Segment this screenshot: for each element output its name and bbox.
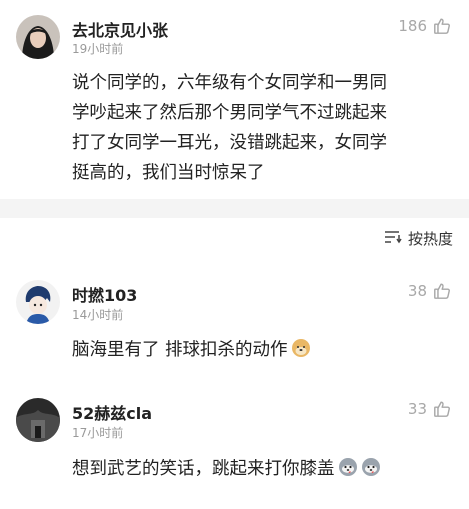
comment-text: 想到武艺的笑话，跳起来打你膝盖: [72, 454, 381, 487]
comment-author[interactable]: 52赫兹cla: [72, 400, 152, 424]
comment-line: 说个同学的，六年级有个女同学和一男同: [72, 73, 387, 93]
like-button[interactable]: 38: [408, 282, 451, 300]
avatar[interactable]: [16, 15, 60, 59]
like-button[interactable]: 186: [398, 17, 451, 35]
sort-toggle[interactable]: 按热度: [384, 228, 453, 249]
like-button[interactable]: 33: [408, 400, 451, 418]
comment-text: 说个同学的，六年级有个女同学和一男同 学吵起来了然后那个男同学气不过跳起来 打了…: [72, 68, 387, 188]
sort-label: 按热度: [407, 230, 453, 248]
like-count: 38: [407, 282, 427, 300]
avatar[interactable]: [16, 280, 60, 324]
husky-emoji: [361, 457, 381, 487]
comment-line: 挺高的，我们当时惊呆了: [72, 163, 265, 183]
comment-line: 打了女同学一耳光，没错跳起来，女同学: [72, 133, 387, 153]
comment-line: 学吵起来了然后那个男同学气不过跳起来: [72, 103, 387, 123]
thumbs-up-icon: [433, 17, 451, 35]
comment-time: 19小时前: [72, 42, 124, 56]
husky-emoji: [338, 457, 358, 487]
comment-card-1: 去北京见小张 19小时前 186 说个同学的，六年级有个女同学和一男同 学吵起来…: [0, 0, 469, 199]
like-count: 33: [407, 400, 427, 418]
comment-line: 脑海里有了 排球扣杀的动作: [72, 340, 288, 360]
comment-list: 按热度 时撚103 14小时前 38 脑海里有了 排球扣杀的动作 52赫兹cla…: [0, 218, 469, 509]
comment-time: 17小时前: [72, 426, 124, 440]
comment-author[interactable]: 时撚103: [72, 282, 137, 306]
sort-lines-icon: [384, 230, 402, 248]
thumbs-up-icon: [433, 400, 451, 418]
avatar[interactable]: [16, 398, 60, 442]
comment-time: 14小时前: [72, 308, 124, 322]
like-count: 186: [398, 17, 427, 35]
doge-emoji: [291, 338, 311, 368]
comment-line: 想到武艺的笑话，跳起来打你膝盖: [72, 459, 335, 479]
comment-text: 脑海里有了 排球扣杀的动作: [72, 335, 311, 368]
thumbs-up-icon: [433, 282, 451, 300]
comment-author[interactable]: 去北京见小张: [72, 17, 168, 41]
